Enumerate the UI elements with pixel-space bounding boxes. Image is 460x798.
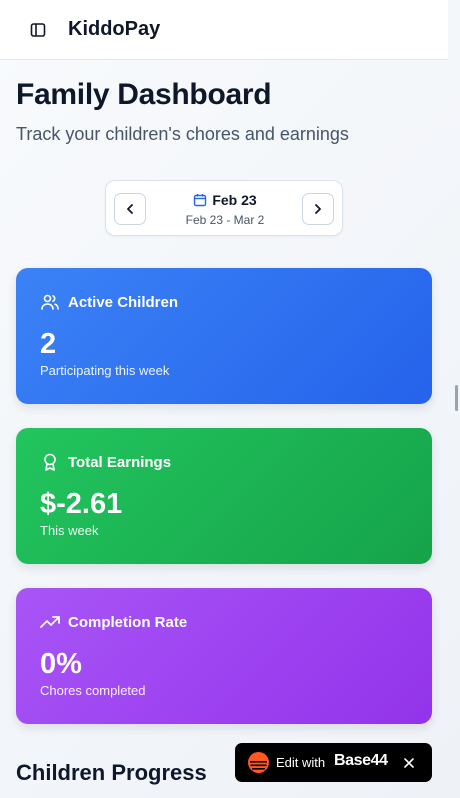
- total-earnings-card: Total Earnings $-2.61 This week: [16, 428, 432, 564]
- base44-brand-text: Base44: [334, 752, 388, 769]
- active-children-label: Active Children: [68, 293, 179, 311]
- completion-rate-value: 0%: [40, 648, 82, 680]
- chevron-left-icon: [127, 204, 133, 214]
- chevron-right-icon: [315, 204, 321, 214]
- completion-rate-label: Completion Rate: [68, 613, 188, 631]
- active-children-caption: Participating this week: [40, 363, 170, 378]
- sidebar-toggle-icon[interactable]: [28, 20, 48, 40]
- page-subtitle: Track your children's chores and earning…: [16, 124, 349, 144]
- users-icon: [41, 294, 59, 310]
- scrollbar-handle[interactable]: [455, 385, 458, 411]
- trending-up-icon: [40, 616, 60, 628]
- previous-week-button[interactable]: [114, 193, 146, 225]
- edit-with-text: Edit with: [276, 755, 326, 770]
- app-title: KiddoPay: [68, 18, 161, 40]
- completion-rate-caption: Chores completed: [40, 683, 146, 698]
- completion-rate-card: Completion Rate 0% Chores completed: [16, 588, 432, 724]
- edit-with-base44-badge[interactable]: Edit with Base44: [235, 743, 432, 782]
- total-earnings-caption: This week: [40, 523, 99, 538]
- week-current-label: Feb 23: [212, 192, 257, 208]
- week-display: Feb 23 Feb 23 - Mar 2: [150, 190, 300, 227]
- total-earnings-value: $-2.61: [40, 488, 123, 520]
- close-icon[interactable]: [401, 755, 417, 771]
- week-navigator: Feb 23 Feb 23 - Mar 2: [105, 180, 343, 236]
- next-week-button[interactable]: [302, 193, 334, 225]
- calendar-icon: [194, 194, 207, 207]
- total-earnings-label: Total Earnings: [68, 453, 172, 471]
- active-children-card: Active Children 2 Participating this wee…: [16, 268, 432, 404]
- top-bar: KiddoPay: [0, 0, 448, 60]
- award-icon: [44, 453, 56, 471]
- page-title: Family Dashboard: [16, 78, 272, 111]
- week-date-range: Feb 23 - Mar 2: [185, 213, 265, 227]
- children-progress-heading: Children Progress: [16, 760, 207, 785]
- base44-logo-icon: [248, 752, 269, 773]
- active-children-value: 2: [40, 328, 57, 360]
